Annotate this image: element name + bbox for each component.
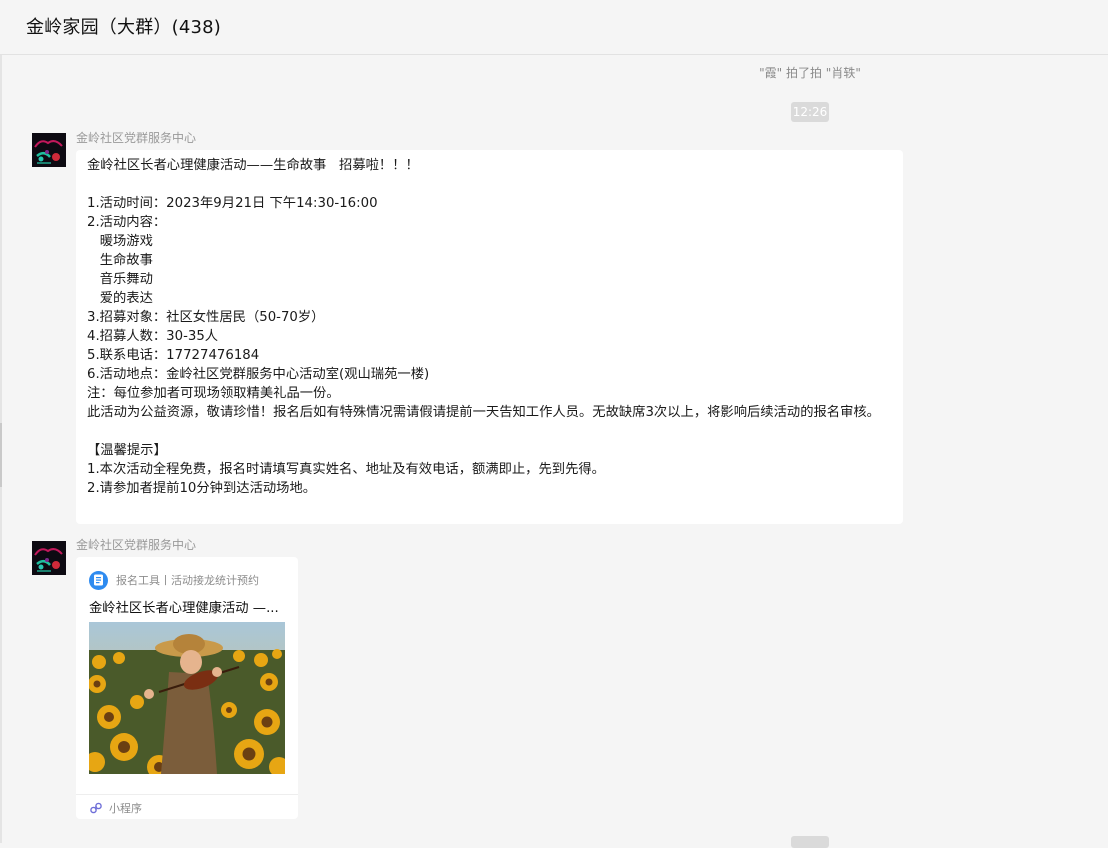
sender-avatar[interactable]	[32, 541, 66, 575]
chat-header: 金岭家园（大群）(438)	[0, 0, 1108, 55]
card-source: 报名工具丨活动接龙统计预约	[89, 570, 259, 590]
card-title: 金岭社区长者心理健康活动 —...	[89, 601, 279, 616]
sender-avatar[interactable]	[32, 133, 66, 167]
card-footer: 小程序	[76, 794, 298, 819]
violinist-sunflower-image	[89, 622, 285, 774]
message-bubble[interactable]: 金岭社区长者心理健康活动——生命故事 招募啦！！！ 1.活动时间：2023年9月…	[76, 150, 903, 524]
timestamp-badge	[791, 836, 829, 848]
mini-program-icon	[90, 802, 102, 814]
splitter-handle[interactable]	[0, 423, 2, 487]
sender-name[interactable]: 金岭社区党群服务中心	[76, 129, 196, 146]
message-text: 金岭社区长者心理健康活动——生命故事 招募啦！！！ 1.活动时间：2023年9月…	[87, 158, 880, 496]
avatar-image	[32, 541, 66, 575]
avatar-image	[32, 133, 66, 167]
sender-name[interactable]: 金岭社区党群服务中心	[76, 536, 196, 553]
form-tool-icon	[89, 570, 108, 590]
card-source-name: 报名工具丨活动接龙统计预约	[116, 574, 259, 587]
pat-notice: "霞" 拍了拍 "肖轶"	[759, 66, 861, 80]
mini-program-card[interactable]: 报名工具丨活动接龙统计预约 金岭社区长者心理健康活动 —... 小程序	[76, 557, 298, 819]
chat-title[interactable]: 金岭家园（大群）(438)	[26, 13, 221, 39]
splitter[interactable]	[0, 55, 2, 843]
timestamp-badge: 12:26	[791, 102, 829, 122]
mini-program-label: 小程序	[109, 802, 142, 815]
